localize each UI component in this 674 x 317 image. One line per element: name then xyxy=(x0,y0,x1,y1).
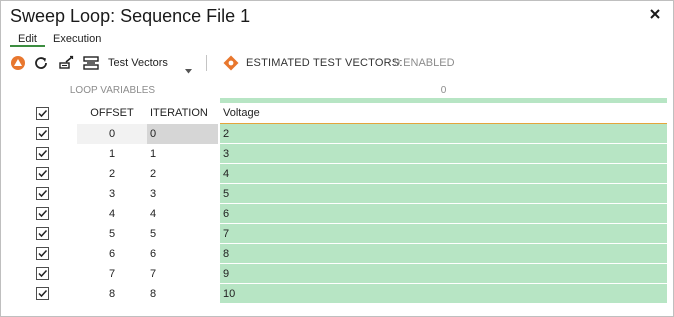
voltage-cell[interactable]: 9 xyxy=(220,264,667,284)
iteration-cell[interactable]: 2 xyxy=(147,164,218,184)
row-checkbox[interactable] xyxy=(36,207,49,220)
voltage-column-header[interactable]: Voltage xyxy=(220,103,667,124)
table-row[interactable]: 7 7 9 xyxy=(7,264,667,284)
sweep-loop-window: Sweep Loop: Sequence File 1 Edit Executi… xyxy=(0,0,674,317)
offset-cell: 6 xyxy=(108,248,116,260)
offset-cell: 1 xyxy=(108,148,116,160)
table-row[interactable]: 5 5 7 xyxy=(7,224,667,244)
voltage-cell[interactable]: 10 xyxy=(220,284,667,304)
row-checkbox[interactable] xyxy=(36,127,49,140)
offset-column-header[interactable]: OFFSET xyxy=(77,103,147,124)
edit-vectors-icon[interactable] xyxy=(58,55,74,71)
toolbar-divider xyxy=(206,55,207,71)
voltage-cell[interactable]: 3 xyxy=(220,144,667,164)
voltage-cell[interactable]: 4 xyxy=(220,164,667,184)
refresh-icon[interactable] xyxy=(33,55,49,71)
close-icon[interactable] xyxy=(647,6,663,22)
loop-variables-header: LOOP VARIABLES xyxy=(69,85,156,96)
table-row[interactable]: 1 1 3 xyxy=(7,144,667,164)
group-header-row: LOOP VARIABLES 0 xyxy=(7,83,667,98)
test-vectors-dropdown[interactable]: Test Vectors xyxy=(83,55,197,74)
test-vectors-icon xyxy=(83,55,99,71)
iteration-cell[interactable]: 1 xyxy=(147,144,218,164)
table-row[interactable]: 6 6 8 xyxy=(7,244,667,264)
offset-cell: 0 xyxy=(77,124,147,144)
iteration-cell[interactable]: 4 xyxy=(147,204,218,224)
iteration-cell[interactable]: 6 xyxy=(147,244,218,264)
table-row[interactable]: 3 3 5 xyxy=(7,184,667,204)
offset-cell: 2 xyxy=(108,168,116,180)
estimate-diamond-icon xyxy=(223,55,239,71)
voltage-cell[interactable]: 8 xyxy=(220,244,667,264)
offset-cell: 7 xyxy=(108,268,116,280)
row-checkbox[interactable] xyxy=(36,287,49,300)
stop-icon[interactable] xyxy=(10,55,26,71)
table-row[interactable]: 0 0 2 xyxy=(7,124,667,144)
voltage-cell[interactable]: 7 xyxy=(220,224,667,244)
chevron-down-icon xyxy=(185,61,192,74)
menu-bar: Edit Execution xyxy=(1,31,673,47)
table-row[interactable]: 2 2 4 xyxy=(7,164,667,184)
voltage-cell[interactable]: 2 xyxy=(220,124,667,144)
iteration-column-header[interactable]: ITERATION xyxy=(147,103,218,124)
row-checkbox[interactable] xyxy=(36,267,49,280)
iteration-cell[interactable]: 3 xyxy=(147,184,218,204)
toolbar: Test Vectors ESTIMATED TEST VECTORS: 9 E… xyxy=(1,49,673,77)
iteration-cell[interactable]: 8 xyxy=(147,284,218,304)
offset-cell: 3 xyxy=(108,188,116,200)
estimated-vectors-value: 9 ENABLED xyxy=(394,57,455,69)
row-checkbox[interactable] xyxy=(36,187,49,200)
row-checkbox[interactable] xyxy=(36,227,49,240)
select-all-header xyxy=(7,103,77,124)
row-checkbox[interactable] xyxy=(36,167,49,180)
select-all-checkbox[interactable] xyxy=(36,107,49,120)
sweep-group-header: 0 xyxy=(440,85,447,96)
test-vectors-label: Test Vectors xyxy=(108,57,168,69)
row-checkbox[interactable] xyxy=(36,147,49,160)
iteration-cell[interactable]: 7 xyxy=(147,264,218,284)
iteration-cell[interactable]: 5 xyxy=(147,224,218,244)
offset-cell: 4 xyxy=(108,208,116,220)
table-row[interactable]: 4 4 6 xyxy=(7,204,667,224)
offset-cell: 5 xyxy=(108,228,116,240)
row-checkbox[interactable] xyxy=(36,247,49,260)
voltage-cell[interactable]: 5 xyxy=(220,184,667,204)
window-title: Sweep Loop: Sequence File 1 xyxy=(10,6,251,26)
menu-item-edit[interactable]: Edit xyxy=(10,32,45,47)
offset-cell: 8 xyxy=(108,288,116,300)
title-bar: Sweep Loop: Sequence File 1 xyxy=(1,1,673,31)
voltage-cell[interactable]: 6 xyxy=(220,204,667,224)
iteration-cell[interactable]: 0 xyxy=(147,124,218,144)
menu-item-execution[interactable]: Execution xyxy=(45,32,109,47)
estimated-vectors-label: ESTIMATED TEST VECTORS: xyxy=(246,57,403,69)
table-row[interactable]: 8 8 10 xyxy=(7,284,667,304)
